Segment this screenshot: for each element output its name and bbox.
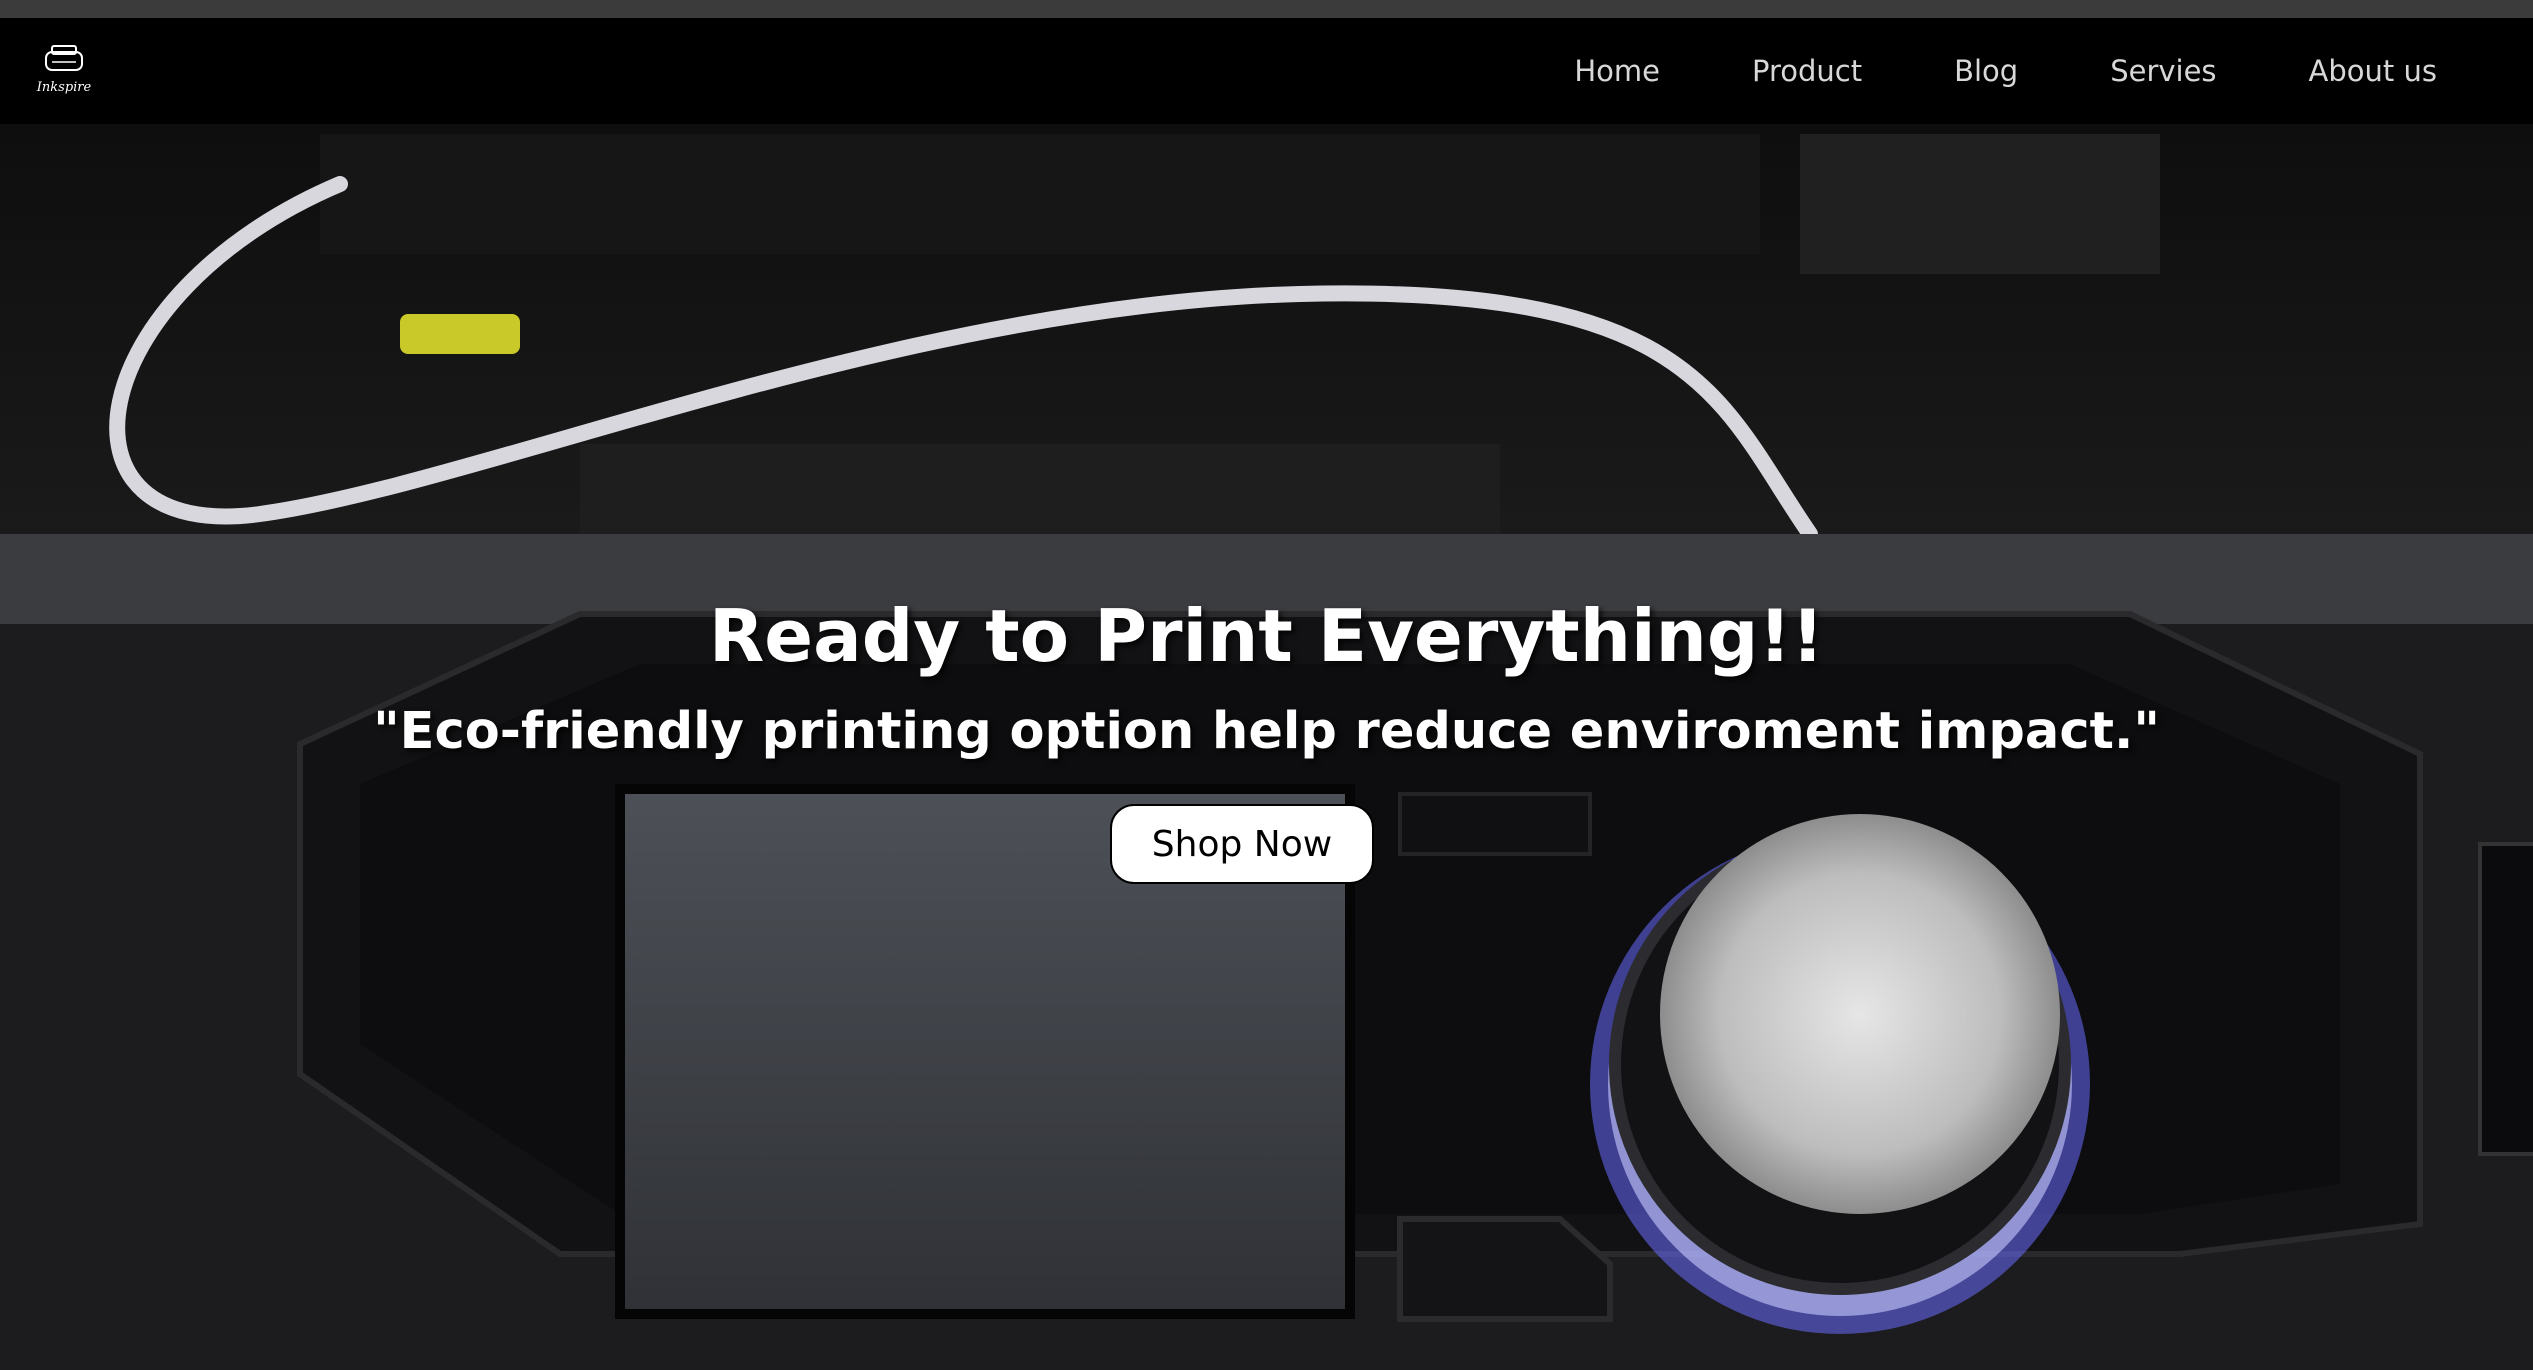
brand-name: Inkspire bbox=[36, 80, 92, 95]
hero-section: Ready to Print Everything!! "Eco-friendl… bbox=[0, 124, 2533, 1370]
printer-logo-icon bbox=[45, 45, 83, 71]
shop-now-button[interactable]: Shop Now bbox=[1110, 804, 1374, 884]
brand-logo[interactable]: Inkspire bbox=[36, 42, 92, 98]
browser-top-strip bbox=[0, 0, 2533, 18]
hero-subtitle: "Eco-friendly printing option help reduc… bbox=[373, 702, 2160, 761]
nav-about-us[interactable]: About us bbox=[2309, 54, 2437, 88]
nav-product[interactable]: Product bbox=[1752, 54, 1862, 88]
main-navigation: Home Product Blog Servies About us bbox=[1574, 18, 2437, 124]
nav-home[interactable]: Home bbox=[1574, 54, 1660, 88]
navbar: Inkspire Home Product Blog Servies About… bbox=[0, 18, 2533, 124]
nav-blog[interactable]: Blog bbox=[1954, 54, 2018, 88]
hero-title: Ready to Print Everything!! bbox=[708, 594, 1825, 678]
nav-services[interactable]: Servies bbox=[2110, 54, 2216, 88]
